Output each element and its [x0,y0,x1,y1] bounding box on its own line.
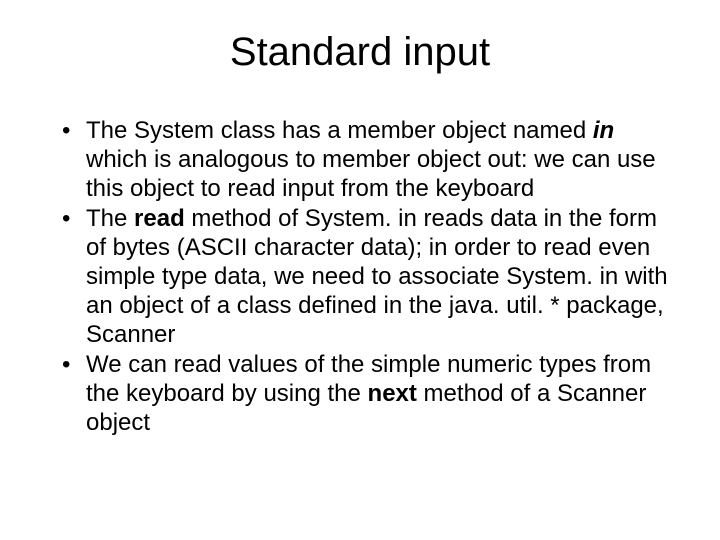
bullet-text-emphasis: read [134,205,185,232]
bullet-text-emphasis: in [593,117,614,144]
bullet-text-emphasis: next [368,380,417,407]
list-item: The System class has a member object nam… [62,117,674,203]
bullet-list: The System class has a member object nam… [40,117,680,438]
slide: Standard input The System class has a me… [0,0,720,540]
list-item: We can read values of the simple numeric… [62,351,674,437]
bullet-text: The System class has a member object nam… [86,117,593,144]
slide-title: Standard input [40,30,680,75]
bullet-text: The [86,205,134,232]
list-item: The read method of System. in reads data… [62,205,674,349]
bullet-text: which is analogous to member object out:… [86,146,656,202]
